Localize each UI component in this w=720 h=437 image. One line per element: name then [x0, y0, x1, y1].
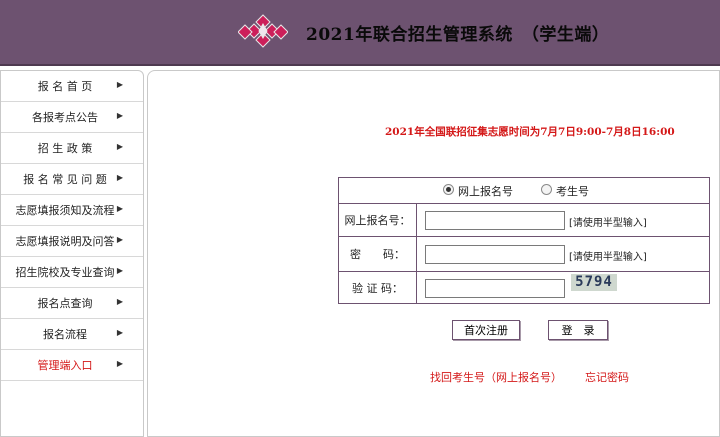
triangle-right-icon: ▶	[116, 359, 123, 368]
sidebar-item-label: 招 生 政 策	[37, 142, 93, 155]
sidebar-item-label: 各报考点公告	[32, 111, 98, 124]
sidebar-item-home[interactable]: 报 名 首 页 ▶	[1, 71, 143, 102]
triangle-right-icon: ▶	[116, 80, 123, 89]
reg-no-hint: [请使用半型输入]	[569, 218, 647, 229]
password-label: 密 码：	[339, 237, 417, 271]
sidebar-item-policy[interactable]: 招 生 政 策 ▶	[1, 133, 143, 164]
sidebar-item-announcements[interactable]: 各报考点公告 ▶	[1, 102, 143, 133]
sidebar-item-application-notes[interactable]: 志愿填报须知及流程 ▶	[1, 195, 143, 226]
triangle-right-icon: ▶	[116, 173, 123, 182]
sidebar-item-label: 招生院校及专业查询	[15, 266, 115, 279]
radio-reg-no[interactable]	[443, 184, 454, 195]
sidebar-item-label: 志愿填报须知及流程	[15, 204, 115, 217]
sidebar-item-label: 报 名 首 页	[37, 80, 93, 93]
page-title: 2021年联合招生管理系统 （学生端）	[306, 25, 610, 45]
sidebar-item-label: 报 名 常 见 问 题	[23, 173, 107, 186]
triangle-right-icon: ▶	[116, 266, 123, 275]
captcha-label: 验 证 码：	[339, 272, 417, 303]
sidebar-item-site-search[interactable]: 报名点查询 ▶	[1, 288, 143, 319]
login-form: 网上报名号 考生号 网上报名号： [请使用半型输入] 密 码： [请使用半型输入…	[338, 177, 710, 304]
id-type-selector: 网上报名号 考生号	[339, 178, 709, 204]
sidebar-item-process[interactable]: 报名流程 ▶	[1, 319, 143, 350]
triangle-right-icon: ▶	[116, 142, 123, 151]
forgot-password-link[interactable]: 忘记密码	[585, 369, 629, 385]
sidebar-item-application-qa[interactable]: 志愿填报说明及问答 ▶	[1, 226, 143, 257]
triangle-right-icon: ▶	[116, 111, 123, 120]
password-input[interactable]	[425, 245, 565, 264]
radio-exam-no-label[interactable]: 考生号	[556, 183, 589, 199]
sidebar-item-label: 报名流程	[43, 328, 87, 341]
reg-no-input[interactable]	[425, 211, 565, 230]
sidebar-item-faq[interactable]: 报 名 常 见 问 题 ▶	[1, 164, 143, 195]
triangle-right-icon: ▶	[116, 297, 123, 306]
sidebar-item-school-search[interactable]: 招生院校及专业查询 ▶	[1, 257, 143, 288]
radio-exam-no[interactable]	[541, 184, 552, 195]
captcha-row: 验 证 码： 5794	[339, 272, 709, 303]
captcha-input[interactable]	[425, 279, 565, 298]
login-button[interactable]: 登 录	[548, 320, 608, 340]
radio-reg-no-label[interactable]: 网上报名号	[458, 183, 513, 199]
find-id-link[interactable]: 找回考生号（网上报名号）	[430, 369, 562, 385]
sidebar-item-label: 管理端入口	[37, 359, 93, 372]
reg-no-label: 网上报名号：	[339, 203, 417, 236]
first-register-button[interactable]: 首次注册	[452, 320, 520, 340]
header-bar: 2021年联合招生管理系统 （学生端）	[0, 0, 720, 66]
triangle-right-icon: ▶	[116, 204, 123, 213]
captcha-image[interactable]: 5794	[571, 274, 617, 291]
triangle-right-icon: ▶	[116, 235, 123, 244]
password-row: 密 码： [请使用半型输入]	[339, 237, 709, 272]
reg-no-row: 网上报名号： [请使用半型输入]	[339, 203, 709, 237]
sidebar-item-label: 志愿填报说明及问答	[15, 235, 115, 248]
sidebar-nav: 报 名 首 页 ▶ 各报考点公告 ▶ 招 生 政 策 ▶ 报 名 常 见 问 题…	[0, 70, 144, 437]
password-hint: [请使用半型输入]	[569, 252, 647, 263]
sidebar-item-admin-entry[interactable]: 管理端入口 ▶	[1, 350, 143, 381]
diamond-cluster-logo	[238, 14, 288, 48]
sidebar-item-label: 报名点查询	[37, 297, 93, 310]
notice-text: 2021年全国联招征集志愿时间为7月7日9:00-7月8日16:00	[385, 126, 675, 138]
triangle-right-icon: ▶	[116, 328, 123, 337]
